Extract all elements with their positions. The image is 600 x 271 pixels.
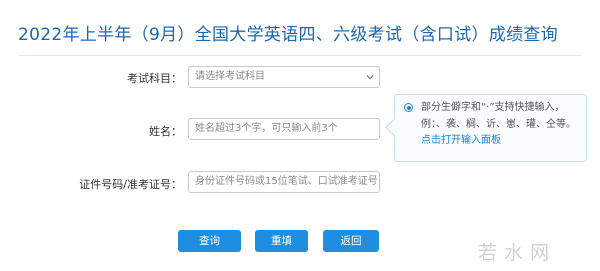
id-input[interactable]: 身份证件号码或15位笔试、口试准考证号 (188, 171, 380, 193)
tip-pointer (385, 118, 404, 137)
title-divider (18, 55, 582, 56)
subject-select-value: 请选择考试科目 (195, 71, 265, 82)
query-button[interactable]: 查询 (178, 230, 241, 252)
page-title: 2022年上半年（9月）全国大学英语四、六级考试（含口试）成绩查询 (18, 25, 558, 45)
info-radio-icon (404, 103, 413, 112)
open-input-panel-link[interactable]: 点击打开输入面板 (421, 135, 501, 146)
id-input-placeholder: 身份证件号码或15位笔试、口试准考证号 (195, 176, 378, 187)
id-label: 证件号码/准考证号： (79, 178, 182, 191)
name-input[interactable]: 姓名超过3个字，可只输入前3个 (188, 118, 380, 140)
subject-select[interactable]: 请选择考试科目 (188, 66, 380, 88)
watermark-logo: 若水网 (478, 242, 557, 264)
chevron-down-icon (366, 75, 374, 80)
tip-text: 部分生僻字和“·”支持快捷输入，例：、袭、榈、䜣、崽、瓘、仝等。 (421, 102, 576, 130)
back-button[interactable]: 返回 (323, 230, 379, 252)
input-tip-box: 部分生僻字和“·”支持快捷输入，例：、袭、榈、䜣、崽、瓘、仝等。点击打开输入面板 (385, 94, 587, 162)
name-input-placeholder: 姓名超过3个字，可只输入前3个 (195, 123, 338, 134)
reset-button[interactable]: 重填 (255, 230, 308, 252)
subject-label: 考试科目： (127, 72, 182, 85)
name-label: 姓名： (149, 125, 182, 138)
